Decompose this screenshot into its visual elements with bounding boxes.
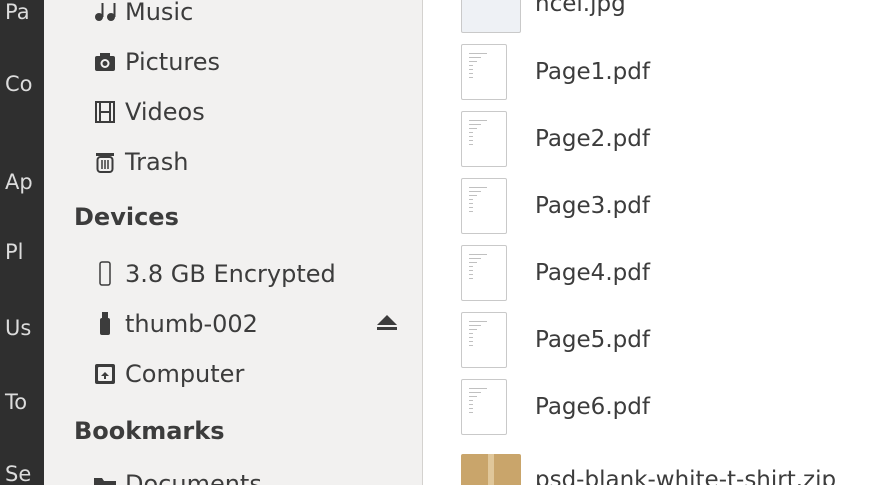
file-item[interactable]: Page5.pdf	[461, 312, 871, 368]
file-item[interactable]: ncel.jpg	[461, 0, 871, 33]
sidebar-item-encrypted-drive[interactable]: 3.8 GB Encrypted	[92, 256, 336, 292]
file-item[interactable]: Page4.pdf	[461, 245, 871, 301]
sidebar-item-pictures[interactable]: Pictures	[92, 44, 220, 80]
background-label: Ap	[5, 170, 33, 194]
file-name: Page5.pdf	[535, 327, 650, 353]
background-window-strip: Pa Co Ap Pl Us To Se	[0, 0, 44, 485]
film-icon	[92, 99, 118, 125]
eject-button[interactable]	[374, 310, 400, 336]
eject-icon	[377, 315, 397, 330]
devices-heading: Devices	[74, 203, 179, 231]
file-item[interactable]: Page1.pdf	[461, 44, 871, 100]
file-name: ncel.jpg	[535, 0, 626, 17]
trash-icon	[92, 149, 118, 175]
file-list: ncel.jpg Page1.pdf Page2.pdf Page3.pdf P…	[423, 0, 879, 485]
sidebar-item-thumb-002[interactable]: thumb-002	[92, 306, 258, 342]
pdf-thumb-icon	[461, 44, 507, 100]
pdf-thumb-icon	[461, 312, 507, 368]
sidebar-item-label: thumb-002	[125, 310, 258, 338]
sidebar-item-computer[interactable]: Computer	[92, 356, 244, 392]
background-label: Pa	[5, 0, 30, 24]
file-name: Page2.pdf	[535, 126, 650, 152]
sidebar-item-trash[interactable]: Trash	[92, 144, 188, 180]
file-item[interactable]: Page3.pdf	[461, 178, 871, 234]
pdf-thumb-icon	[461, 178, 507, 234]
sidebar-item-label: Trash	[125, 148, 189, 176]
file-name: Page4.pdf	[535, 260, 650, 286]
pdf-thumb-icon	[461, 379, 507, 435]
sidebar-item-label: Documents	[125, 470, 262, 485]
background-label: Se	[5, 462, 32, 485]
archive-icon	[461, 454, 521, 485]
drive-icon	[92, 261, 118, 287]
sidebar-item-label: Computer	[125, 360, 245, 388]
file-name: Page3.pdf	[535, 193, 650, 219]
computer-icon	[92, 361, 118, 387]
file-name: Page6.pdf	[535, 394, 650, 420]
folder-icon	[92, 471, 118, 485]
camera-icon	[92, 49, 118, 75]
background-label: To	[5, 390, 28, 414]
pdf-thumb-icon	[461, 245, 507, 301]
music-icon	[92, 0, 118, 25]
sidebar-item-label: 3.8 GB Encrypted	[125, 260, 336, 288]
pdf-thumb-icon	[461, 111, 507, 167]
file-name: psd-blank-white-t-shirt.zip	[535, 467, 837, 485]
sidebar-item-documents[interactable]: Documents	[92, 466, 262, 485]
sidebar-item-label: Videos	[125, 98, 205, 126]
sidebar-item-videos[interactable]: Videos	[92, 94, 205, 130]
background-label: Us	[5, 316, 32, 340]
usb-icon	[92, 311, 118, 337]
background-label: Pl	[5, 240, 24, 264]
places-sidebar: Music Pictures Videos Trash Devices 3.8 …	[44, 0, 423, 485]
file-name: Page1.pdf	[535, 59, 650, 85]
file-item[interactable]: psd-blank-white-t-shirt.zip	[461, 452, 871, 485]
image-thumb-icon	[461, 0, 521, 33]
file-item[interactable]: Page6.pdf	[461, 379, 871, 435]
sidebar-item-label: Pictures	[125, 48, 221, 76]
sidebar-item-label: Music	[125, 0, 194, 26]
sidebar-item-music[interactable]: Music	[92, 0, 193, 30]
file-item[interactable]: Page2.pdf	[461, 111, 871, 167]
background-label: Co	[5, 72, 33, 96]
bookmarks-heading: Bookmarks	[74, 417, 225, 445]
